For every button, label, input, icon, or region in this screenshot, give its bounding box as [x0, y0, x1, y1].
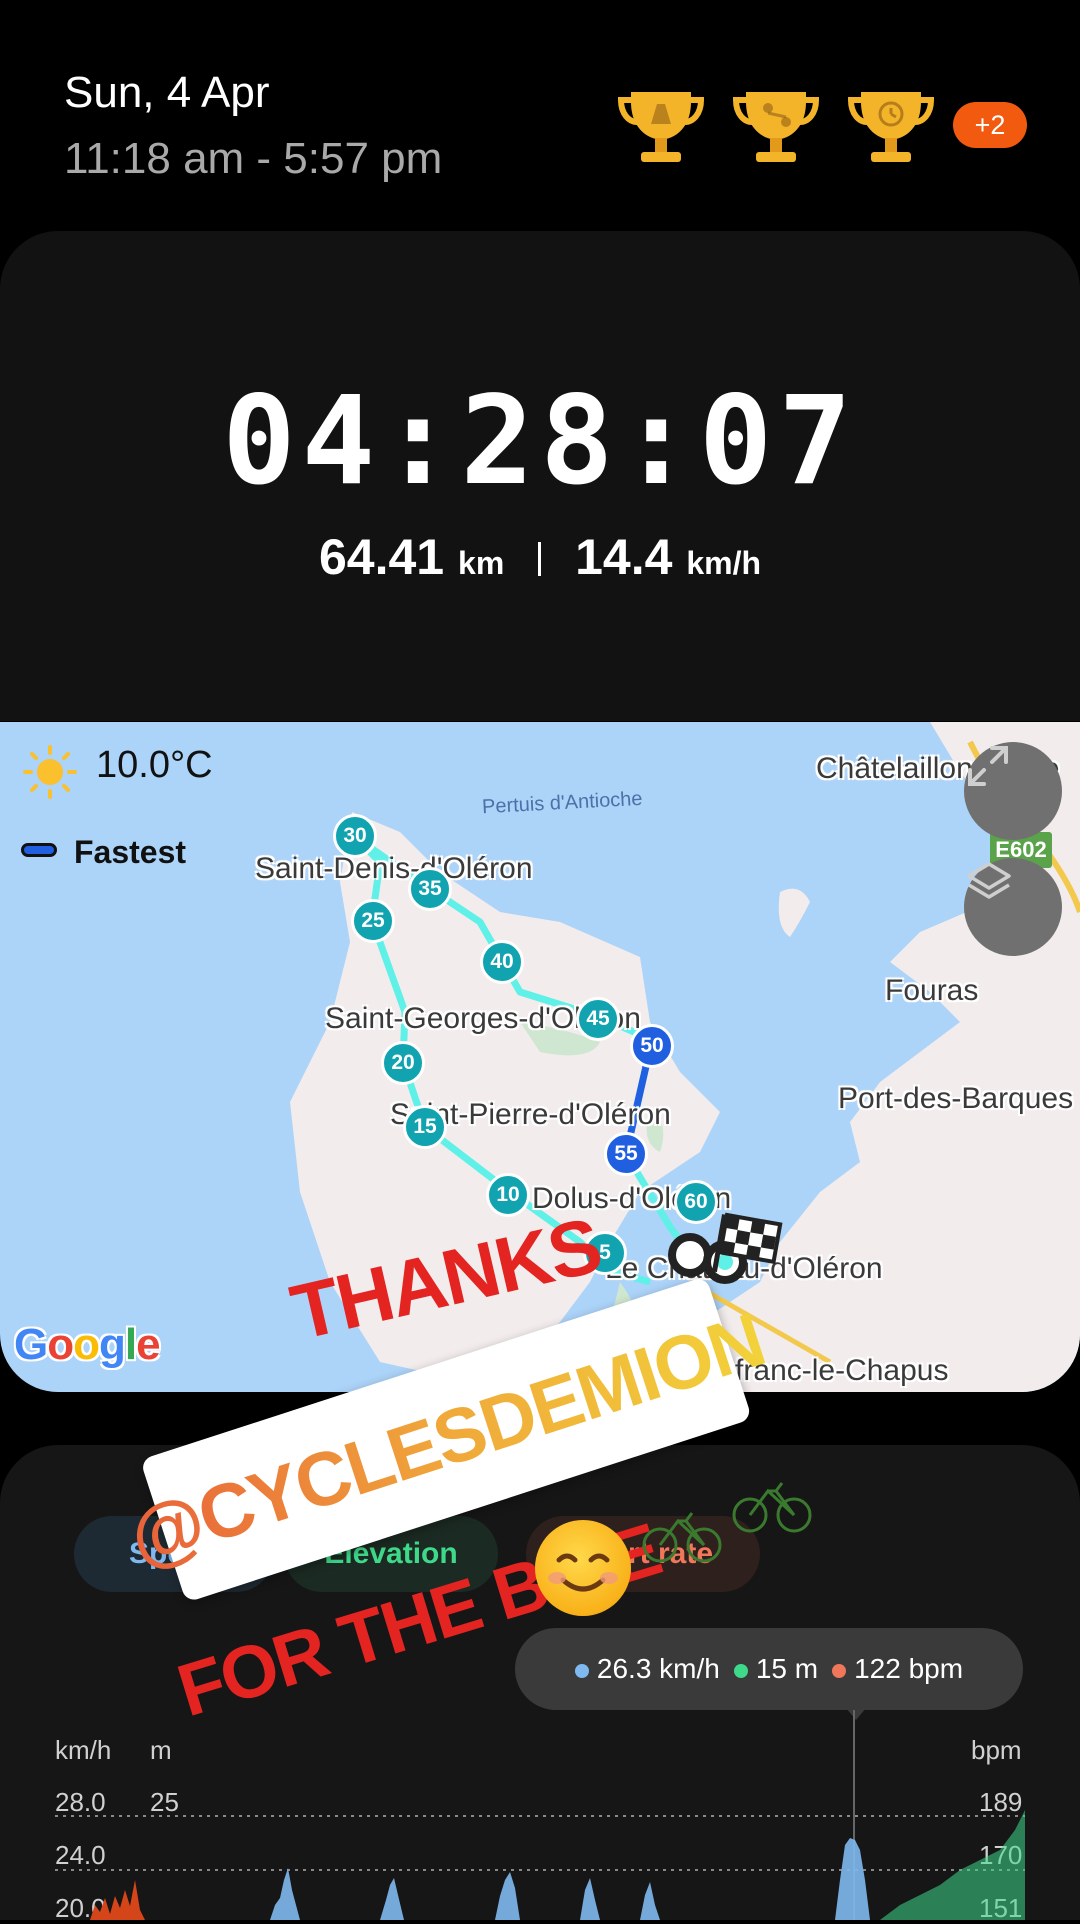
more-achievements-badge[interactable]: +2 [953, 102, 1027, 148]
duration-display: 04:28:07 [222, 370, 858, 512]
google-logo: Google [14, 1320, 161, 1369]
heart-rate-series [90, 1880, 145, 1920]
tooltip-speed: 26.3 km/h [574, 1653, 720, 1685]
km-marker-35: 35 [408, 867, 452, 911]
fastest-legend-label: Fastest [74, 834, 187, 870]
km-marker-50: 50 [630, 1024, 674, 1068]
km-marker-10: 10 [486, 1173, 530, 1217]
expand-map-button[interactable] [964, 742, 1062, 840]
km-marker-20: 20 [381, 1041, 425, 1085]
km-marker-25: 25 [351, 899, 395, 943]
expand-icon [968, 746, 1008, 786]
map-layers-button[interactable] [964, 858, 1062, 956]
workout-date: Sun, 4 Apr [64, 68, 270, 117]
distance-trophy-icon[interactable] [617, 82, 705, 170]
map-label-port-des-barques: Port-des-Barques [838, 1082, 1074, 1115]
distance-value: 64.41 [318, 529, 445, 585]
tooltip-heart-rate: 122 bpm [832, 1653, 963, 1685]
speed-value: 14.4 [575, 529, 673, 585]
tooltip-elevation: 15 m [733, 1653, 818, 1685]
workout-time-range: 11:18 am - 5:57 pm [64, 134, 443, 183]
route-trophy-icon[interactable] [732, 82, 820, 170]
speed-unit: km/h [686, 545, 761, 581]
start-finish-icon [668, 1212, 783, 1284]
temperature-label: 10.0°C [96, 744, 213, 786]
map-label-fouras: Fouras [885, 974, 979, 1007]
activity-chart[interactable] [0, 1700, 1080, 1920]
sun-icon [23, 745, 77, 799]
km-marker-30: 30 [333, 814, 377, 858]
km-marker-15: 15 [403, 1105, 447, 1149]
stats-divider [538, 542, 542, 576]
time-trophy-icon[interactable] [847, 82, 935, 170]
elevation-series [880, 1810, 1025, 1920]
fastest-legend-swatch [21, 843, 57, 857]
chart-tooltip: 26.3 km/h 15 m 122 bpm [515, 1628, 1023, 1710]
smiling-emoji-icon [535, 1520, 631, 1616]
summary-stats: 64.41 km 14.4 km/h [0, 528, 1080, 586]
km-marker-55: 55 [604, 1132, 648, 1176]
bicycle-sticker-icon [642, 1482, 812, 1563]
distance-unit: km [458, 545, 505, 581]
km-marker-45: 45 [576, 997, 620, 1041]
map-label-saint-denis: Saint-Denis-d'Oléron [255, 852, 533, 885]
layers-icon [967, 862, 1011, 899]
speed-series [270, 1838, 870, 1920]
km-marker-40: 40 [480, 940, 524, 984]
